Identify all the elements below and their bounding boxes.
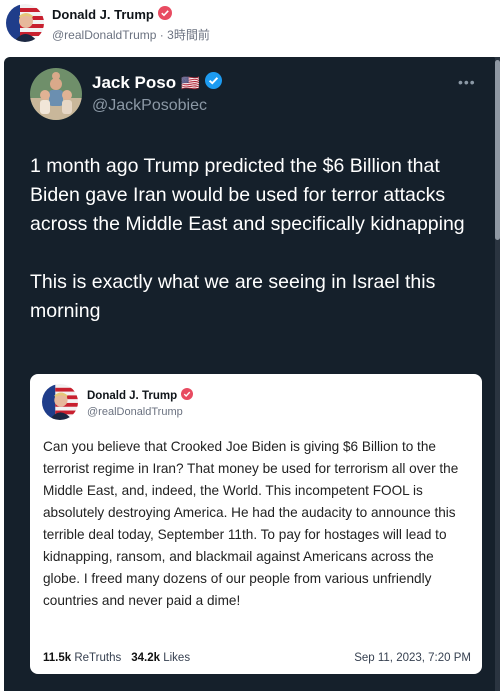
scrollbar-thumb[interactable] (495, 60, 500, 240)
tweet-author-name[interactable]: Jack Poso 🇺🇸 (92, 72, 222, 94)
quoted-author-avatar[interactable] (42, 384, 78, 420)
jack-avatar[interactable] (30, 68, 82, 120)
tweet-paragraph-1: 1 month ago Trump predicted the $6 Billi… (30, 155, 465, 235)
retruths-label: ReTruths (74, 652, 122, 664)
retruths-count: 11.5k (43, 652, 72, 664)
outer-author-name[interactable]: Donald J. Trump (52, 6, 172, 23)
post-timestamp[interactable]: 3時間前 (167, 28, 210, 42)
quoted-author-handle[interactable]: @realDonaldTrump (87, 406, 183, 418)
quoted-post-card[interactable]: Donald J. Trump @realDonaldTrump Can you… (30, 374, 482, 674)
outer-author-name-text: Donald J. Trump (52, 7, 154, 22)
more-icon[interactable]: ••• (458, 74, 476, 90)
outer-post-header: Donald J. Trump @realDonaldTrump · 3時間前 (0, 0, 500, 56)
meta-separator: · (159, 28, 164, 42)
outer-post-meta: @realDonaldTrump · 3時間前 (52, 26, 210, 43)
tweet-body: 1 month ago Trump predicted the $6 Billi… (30, 152, 482, 355)
tweet-author-name-text: Jack Poso (92, 73, 177, 92)
quoted-author-name-text: Donald J. Trump (87, 389, 178, 402)
likes-label: Likes (163, 652, 191, 664)
truth-verified-badge (157, 6, 172, 23)
quoted-post-footer: 11.5k ReTruths 34.2k Likes Sep 11, 2023,… (43, 652, 471, 664)
retruths-stat[interactable]: 11.5k ReTruths (43, 652, 121, 664)
us-flag-icon: 🇺🇸 (181, 75, 200, 92)
quoted-author-name[interactable]: Donald J. Trump (87, 388, 194, 403)
likes-count: 34.2k (131, 652, 161, 664)
trump-avatar[interactable] (6, 4, 44, 42)
likes-stat[interactable]: 34.2k Likes (131, 652, 190, 664)
quoted-post-date: Sep 11, 2023, 7:20 PM (354, 652, 471, 664)
quoted-post-text: Can you believe that Crooked Joe Biden i… (43, 439, 459, 608)
tweet-paragraph-2: This is exactly what we are seeing in Is… (30, 271, 436, 322)
tweet-author-handle[interactable]: @JackPosobiec (92, 97, 207, 115)
outer-author-handle[interactable]: @realDonaldTrump (52, 28, 156, 42)
truth-verified-badge (181, 388, 194, 403)
twitter-verified-icon (204, 72, 222, 94)
